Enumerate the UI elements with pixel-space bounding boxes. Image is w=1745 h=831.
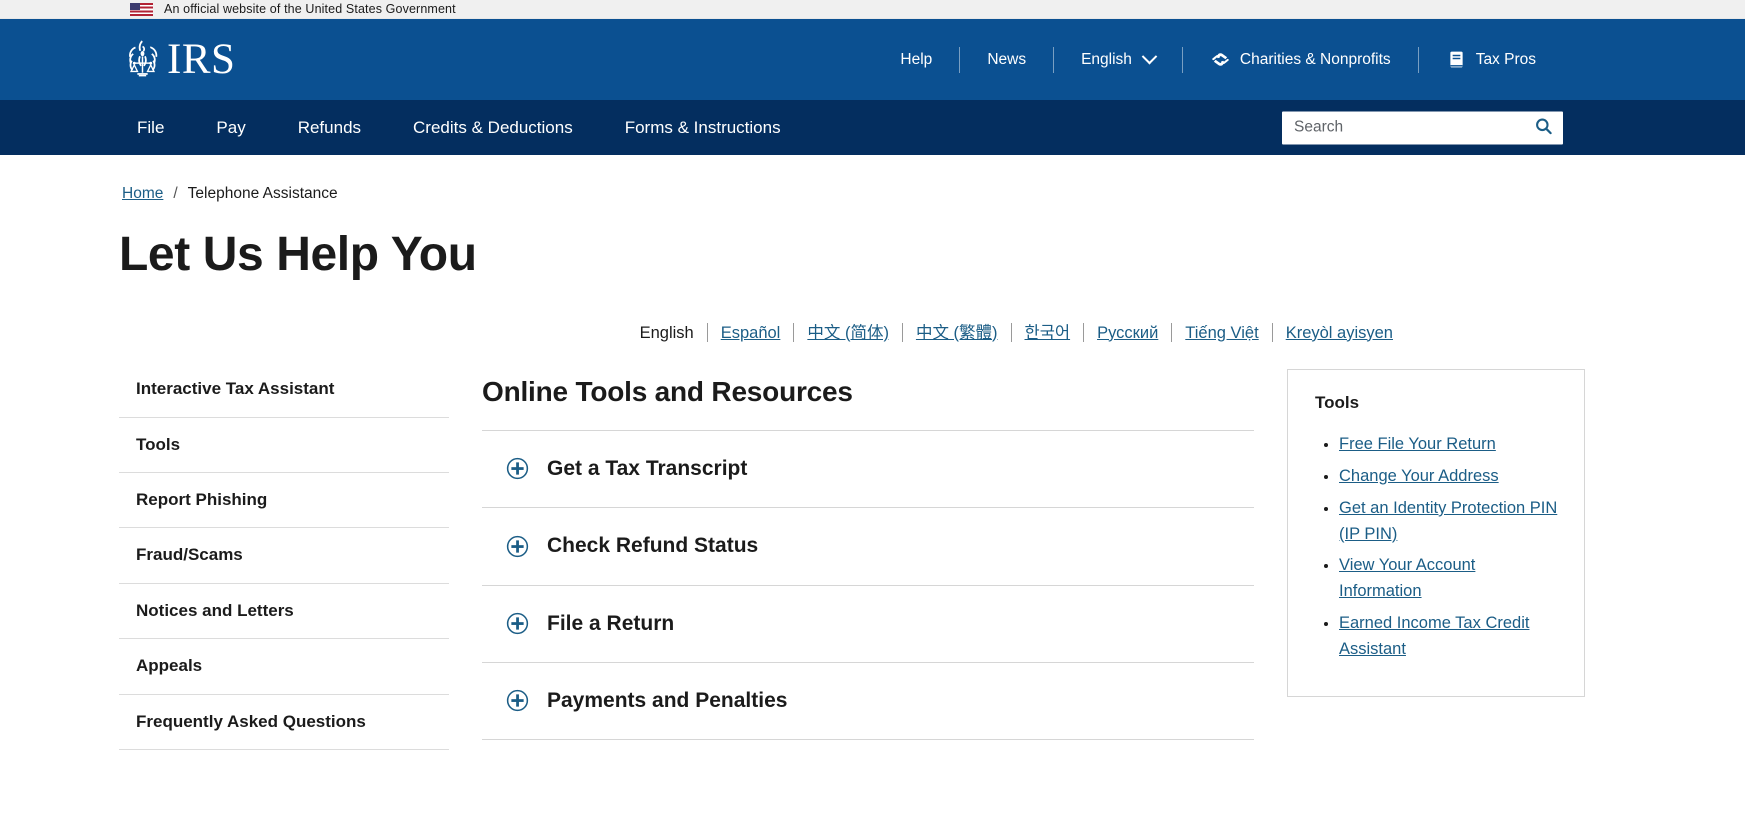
utility-link-news-label: News (987, 50, 1027, 68)
official-gov-banner: An official website of the United States… (0, 0, 1745, 19)
lang-divider (1271, 323, 1273, 343)
page-body: Home / Telephone Assistance Let Us Help … (0, 186, 1745, 751)
lang-vietnamese[interactable]: Tiếng Việt (1185, 325, 1258, 342)
sidebar-item-report-phishing[interactable]: Report Phishing (119, 473, 449, 529)
lang-divider (1171, 323, 1173, 343)
lang-divider (901, 323, 903, 343)
main-content: Online Tools and Resources Get a Tax Tra… (482, 369, 1254, 741)
side-nav: Interactive Tax Assistant Tools Report P… (119, 369, 449, 751)
site-header: IRS Help News English Charities & Nonpro… (0, 19, 1745, 100)
list-item: View Your Account Information (1339, 553, 1562, 605)
lang-haitian-creole[interactable]: Kreyòl ayisyen (1286, 325, 1393, 342)
accordion-label: Get a Tax Transcript (547, 457, 748, 481)
list-item: Change Your Address (1339, 464, 1562, 490)
lang-chinese-simplified[interactable]: 中文 (简体) (807, 325, 889, 342)
search-button[interactable] (1523, 111, 1563, 144)
content-row: Interactive Tax Assistant Tools Report P… (0, 369, 1745, 751)
lang-russian[interactable]: Русский (1097, 325, 1158, 342)
irs-logo-link[interactable]: IRS (119, 36, 235, 83)
utility-link-help[interactable]: Help (873, 52, 959, 68)
lang-divider (1083, 323, 1085, 343)
nav-item-refunds[interactable]: Refunds (272, 119, 387, 136)
list-item: Free File Your Return (1339, 432, 1562, 458)
search-icon (1534, 117, 1553, 139)
irs-logo-text: IRS (167, 36, 236, 83)
sidebar-item-frequently-asked-questions[interactable]: Frequently Asked Questions (119, 695, 449, 751)
sidebar-item-notices-and-letters[interactable]: Notices and Letters (119, 584, 449, 640)
irs-eagle-scales-emblem (119, 36, 166, 83)
accordion-label: File a Return (547, 611, 675, 635)
section-title: Online Tools and Resources (482, 376, 853, 408)
lang-espanol[interactable]: Español (721, 325, 781, 342)
utility-link-help-label: Help (900, 50, 933, 68)
accordion-label: Payments and Penalties (547, 688, 788, 712)
tools-link-earned-income-tax-credit-assistant[interactable]: Earned Income Tax Credit Assistant (1339, 614, 1529, 658)
utility-link-tax-pros-label: Tax Pros (1475, 50, 1536, 68)
list-item: Earned Income Tax Credit Assistant (1339, 611, 1562, 663)
accordion-item-payments-and-penalties[interactable]: Payments and Penalties (482, 662, 1254, 741)
tools-link-list: Free File Your Return Change Your Addres… (1315, 432, 1562, 662)
sidebar-item-appeals[interactable]: Appeals (119, 639, 449, 695)
tools-panel: Tools Free File Your Return Change Your … (1287, 369, 1585, 697)
lang-divider (706, 323, 708, 343)
utility-link-charities-label: Charities & Nonprofits (1239, 50, 1391, 68)
primary-nav: File Pay Refunds Credits & Deductions Fo… (0, 100, 1745, 155)
page-title: Let Us Help You (119, 227, 477, 281)
book-icon (1446, 49, 1467, 70)
plus-circle-icon (482, 689, 547, 712)
breadcrumb-home-link[interactable]: Home (122, 186, 163, 202)
plus-circle-icon (482, 535, 547, 558)
nav-item-forms-instructions[interactable]: Forms & Instructions (599, 119, 807, 136)
accordion: Get a Tax Transcript Check Refund Status (482, 430, 1254, 741)
lang-chinese-traditional[interactable]: 中文 (繁體) (916, 325, 998, 342)
breadcrumb-separator: / (173, 185, 178, 202)
tools-link-change-your-address[interactable]: Change Your Address (1339, 467, 1499, 485)
lang-english[interactable]: English (640, 325, 694, 342)
accordion-label: Check Refund Status (547, 534, 759, 558)
search-input[interactable] (1282, 111, 1523, 144)
chevron-down-icon (1141, 48, 1158, 65)
gov-banner-text: An official website of the United States… (164, 1, 456, 16)
tools-link-free-file-your-return[interactable]: Free File Your Return (1339, 435, 1496, 453)
breadcrumb-current: Telephone Assistance (187, 185, 338, 202)
nav-item-credits-deductions[interactable]: Credits & Deductions (387, 119, 599, 136)
utility-link-tax-pros[interactable]: Tax Pros (1419, 49, 1563, 70)
accordion-item-check-refund-status[interactable]: Check Refund Status (482, 508, 1254, 586)
language-selector-label: English (1081, 50, 1132, 68)
tools-link-view-your-account-information[interactable]: View Your Account Information (1339, 556, 1475, 600)
tools-panel-title: Tools (1315, 393, 1360, 413)
lang-korean[interactable]: 한국어 (1025, 325, 1071, 342)
primary-nav-links: File Pay Refunds Credits & Deductions Fo… (122, 119, 807, 136)
search-bar (1282, 111, 1563, 144)
lang-divider (793, 323, 795, 343)
sidebar-item-fraud-scams[interactable]: Fraud/Scams (119, 528, 449, 584)
language-switcher: English Español 中文 (简体) 中文 (繁體) 한국어 Русс… (0, 323, 1745, 343)
nav-item-pay[interactable]: Pay (190, 119, 271, 136)
helping-hands-icon (1210, 49, 1231, 70)
tools-link-identity-protection-pin[interactable]: Get an Identity Protection PIN (IP PIN) (1339, 499, 1557, 543)
sidebar-item-tools[interactable]: Tools (119, 418, 449, 474)
nav-item-file[interactable]: File (122, 119, 190, 136)
accordion-item-file-a-return[interactable]: File a Return (482, 585, 1254, 663)
lang-divider (1010, 323, 1012, 343)
plus-circle-icon (482, 457, 547, 480)
language-selector[interactable]: English (1054, 48, 1182, 68)
accordion-item-get-a-tax-transcript[interactable]: Get a Tax Transcript (482, 431, 1254, 509)
sidebar-item-interactive-tax-assistant[interactable]: Interactive Tax Assistant (119, 369, 449, 418)
utility-link-news[interactable]: News (960, 52, 1053, 68)
utility-link-charities[interactable]: Charities & Nonprofits (1183, 49, 1418, 70)
us-flag-icon (130, 2, 153, 16)
list-item: Get an Identity Protection PIN (IP PIN) (1339, 496, 1562, 548)
plus-circle-icon (482, 612, 547, 635)
utility-nav: Help News English Charities & Nonprofits (873, 19, 1563, 100)
breadcrumb: Home / Telephone Assistance (122, 186, 1745, 202)
